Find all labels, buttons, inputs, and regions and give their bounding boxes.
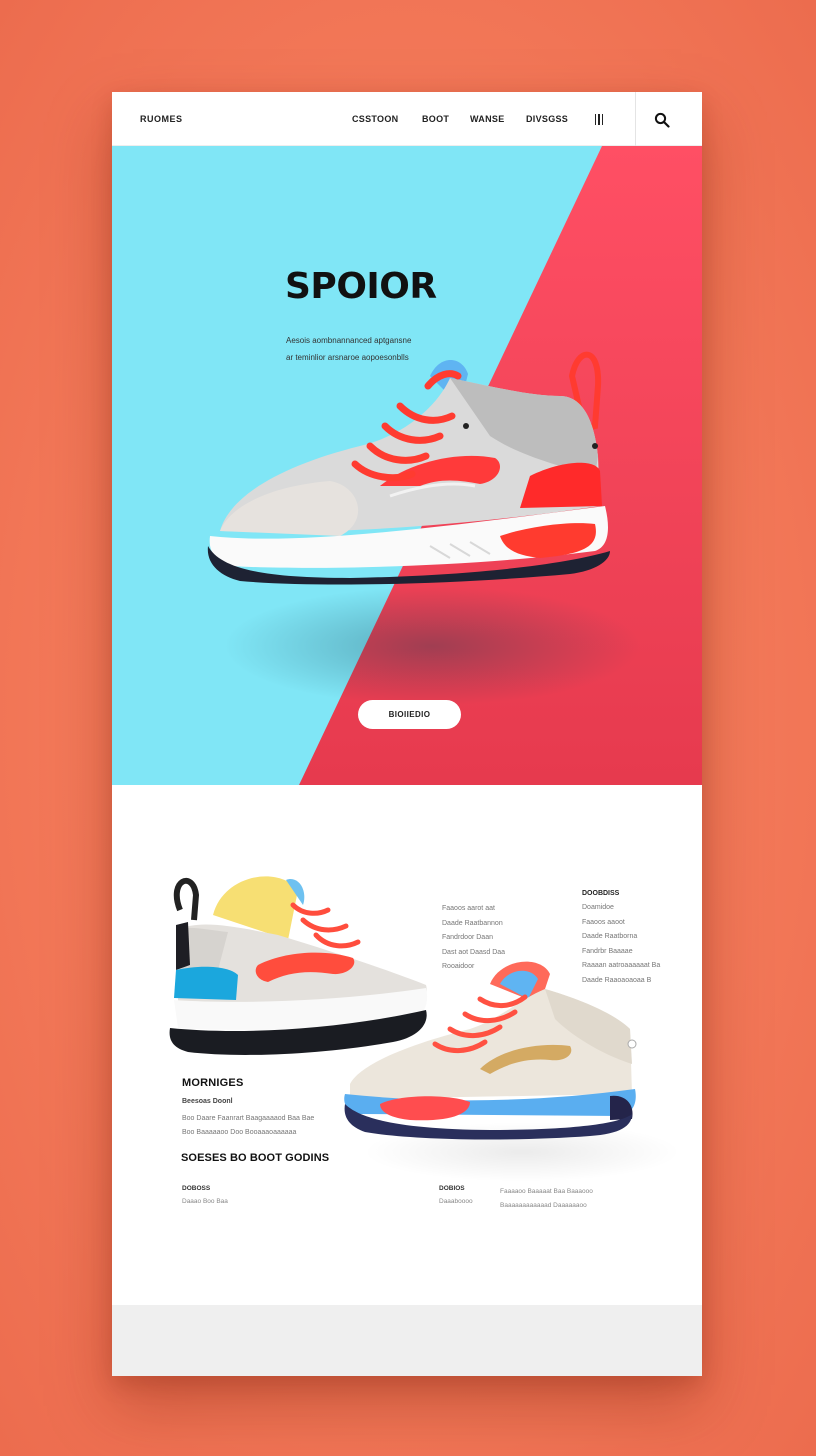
landing-page-card: RUOMES CSSTOON BOOT WANSE DIVSGSS SPOIOR… [112, 92, 702, 1376]
info-column-heading: DOBIOS [439, 1185, 465, 1192]
hero-shoe-shadow [222, 586, 642, 706]
feature-title: MORNIGES [182, 1077, 244, 1089]
detail-line: Fandrbr Baaaae [582, 947, 633, 955]
hero-cta-button[interactable]: BIOIIEDIO [358, 700, 461, 729]
feature-line: Boo Daare Faanrart Baagaaaaod Baa Bae [182, 1115, 315, 1122]
detail-line: Rooaidoor [442, 963, 475, 970]
nav-link-2[interactable]: BOOT [422, 114, 449, 124]
section-heading: SOESES BO BOOT GODINS [181, 1152, 330, 1164]
info-column-3: Faaaaoo Baaaaat Baa Baaaooo Baaaaaaaaaaa… [500, 1185, 593, 1213]
nav-link-1[interactable]: CSSTOON [352, 114, 398, 124]
detail-line: Daade Raatbannon [442, 919, 503, 927]
hero-title: SPOIOR [285, 266, 437, 307]
info-column-item[interactable]: Daaaboooo [439, 1195, 473, 1209]
top-navigation: RUOMES CSSTOON BOOT WANSE DIVSGSS [112, 92, 702, 146]
detail-line: Doamidoe [582, 904, 614, 911]
nav-link-4[interactable]: DIVSGSS [526, 114, 568, 124]
info-column-2: DOBIOS Daaaboooo [439, 1183, 473, 1209]
detail-line: Daade Raatborna [582, 933, 638, 940]
menu-bars-icon[interactable] [595, 114, 603, 125]
feature-description: Boo Daare Faanrart Baagaaaaod Baa Bae Bo… [182, 1112, 314, 1140]
details-middle-column: Faaoos aarot aat Daade Raatbannon Fandrd… [442, 902, 505, 975]
info-column-1: DOBOSS Daaao Boo Baa [182, 1183, 228, 1209]
detail-line: Dast aot Daasd Daa [442, 948, 506, 956]
info-column-item[interactable]: Daaao Boo Baa [182, 1195, 228, 1209]
details-right-heading: DOOBDISS [582, 890, 620, 897]
detail-line: Fandrdoor Daan [442, 934, 493, 941]
info-column-item[interactable]: Baaaaaaaaaaaad Daaaaaaoo [500, 1199, 593, 1213]
details-right-column: DOOBDISS Doamidoe Faaoos aaoot Daade Raa… [582, 887, 660, 988]
feature-line: Boo Baaaaaoo Doo Booaaaoaaaaaa [182, 1129, 297, 1136]
hero-sneaker-image [207, 351, 610, 585]
detail-line: Daade Raaoaoaoaa B [582, 976, 652, 984]
feature-tag: Beesoas Doonl [182, 1098, 233, 1105]
search-button[interactable] [635, 92, 702, 146]
brand-logo[interactable]: RUOMES [140, 114, 183, 124]
info-column-item[interactable]: Faaaaoo Baaaaat Baa Baaaooo [500, 1185, 593, 1199]
nav-link-3[interactable]: WANSE [470, 114, 505, 124]
footer-band [112, 1305, 702, 1376]
info-column-heading: DOBOSS [182, 1185, 211, 1192]
detail-line: Faaoos aaoot [582, 918, 625, 926]
search-icon [654, 112, 670, 128]
hero-banner: SPOIOR Aesois aombnannanced aptgansne ar… [112, 146, 702, 785]
detail-line: Raaaan aatroaaaaaat Ba [582, 962, 661, 969]
detail-line: Faaoos aarot aat [442, 905, 495, 912]
